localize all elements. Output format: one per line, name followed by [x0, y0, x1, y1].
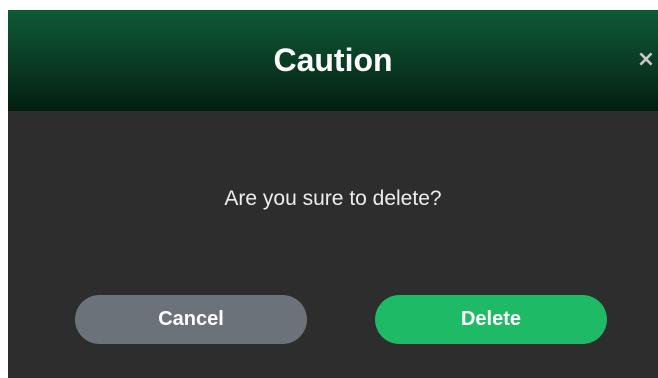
dialog-title: Caution	[273, 42, 393, 78]
dialog-header: Caution ×	[8, 10, 658, 111]
dialog-message: Are you sure to delete?	[224, 187, 442, 210]
close-icon[interactable]: ×	[634, 46, 658, 74]
delete-button[interactable]: Delete	[375, 295, 607, 344]
caution-dialog: Caution × Are you sure to delete? Cancel…	[8, 10, 658, 378]
cancel-button[interactable]: Cancel	[75, 295, 307, 344]
